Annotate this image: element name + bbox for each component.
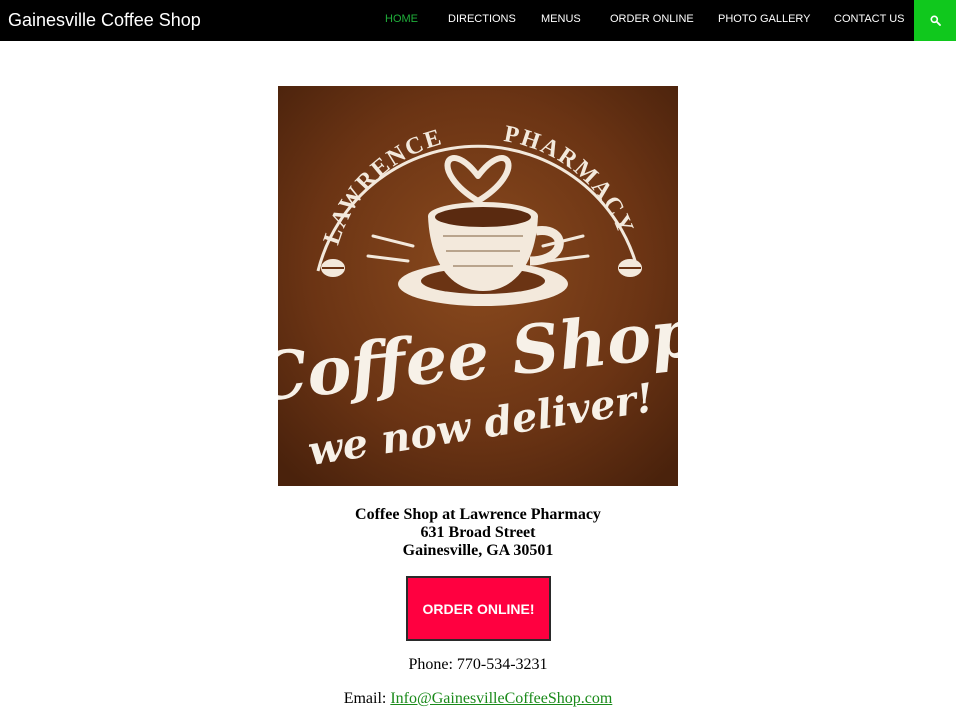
email-line: Email: Info@GainesvilleCoffeeShop.com (278, 690, 678, 708)
address-line-2: 631 Broad Street (420, 524, 536, 541)
address-line-1: Coffee Shop at Lawrence Pharmacy (355, 506, 601, 523)
site-title[interactable]: Gainesville Coffee Shop (8, 9, 201, 31)
email-link[interactable]: Info@GainesvilleCoffeeShop.com (390, 690, 612, 707)
order-online-button[interactable]: ORDER ONLINE! (406, 576, 551, 641)
nav-menus[interactable]: MENUS (541, 13, 581, 26)
nav-photo-gallery[interactable]: PHOTO GALLERY (718, 13, 811, 26)
phone-text: Phone: 770-534-3231 (408, 656, 548, 673)
address-line-3: Gainesville, GA 30501 (402, 542, 554, 559)
nav-home[interactable]: HOME (385, 13, 418, 26)
top-navigation-bar: Gainesville Coffee Shop HOME DIRECTIONS … (0, 0, 956, 41)
address-block: Coffee Shop at Lawrence Pharmacy 631 Bro… (278, 506, 678, 560)
search-button[interactable] (914, 0, 956, 41)
email-label: Email: (343, 690, 391, 707)
nav-order-online[interactable]: ORDER ONLINE (610, 13, 694, 26)
nav-contact-us[interactable]: CONTACT US (834, 13, 905, 26)
coffee-shop-logo: LAWRENCE PHARMACY Coffee Shop we now del… (278, 86, 678, 486)
search-icon (930, 15, 941, 26)
nav-directions[interactable]: DIRECTIONS (448, 13, 516, 26)
